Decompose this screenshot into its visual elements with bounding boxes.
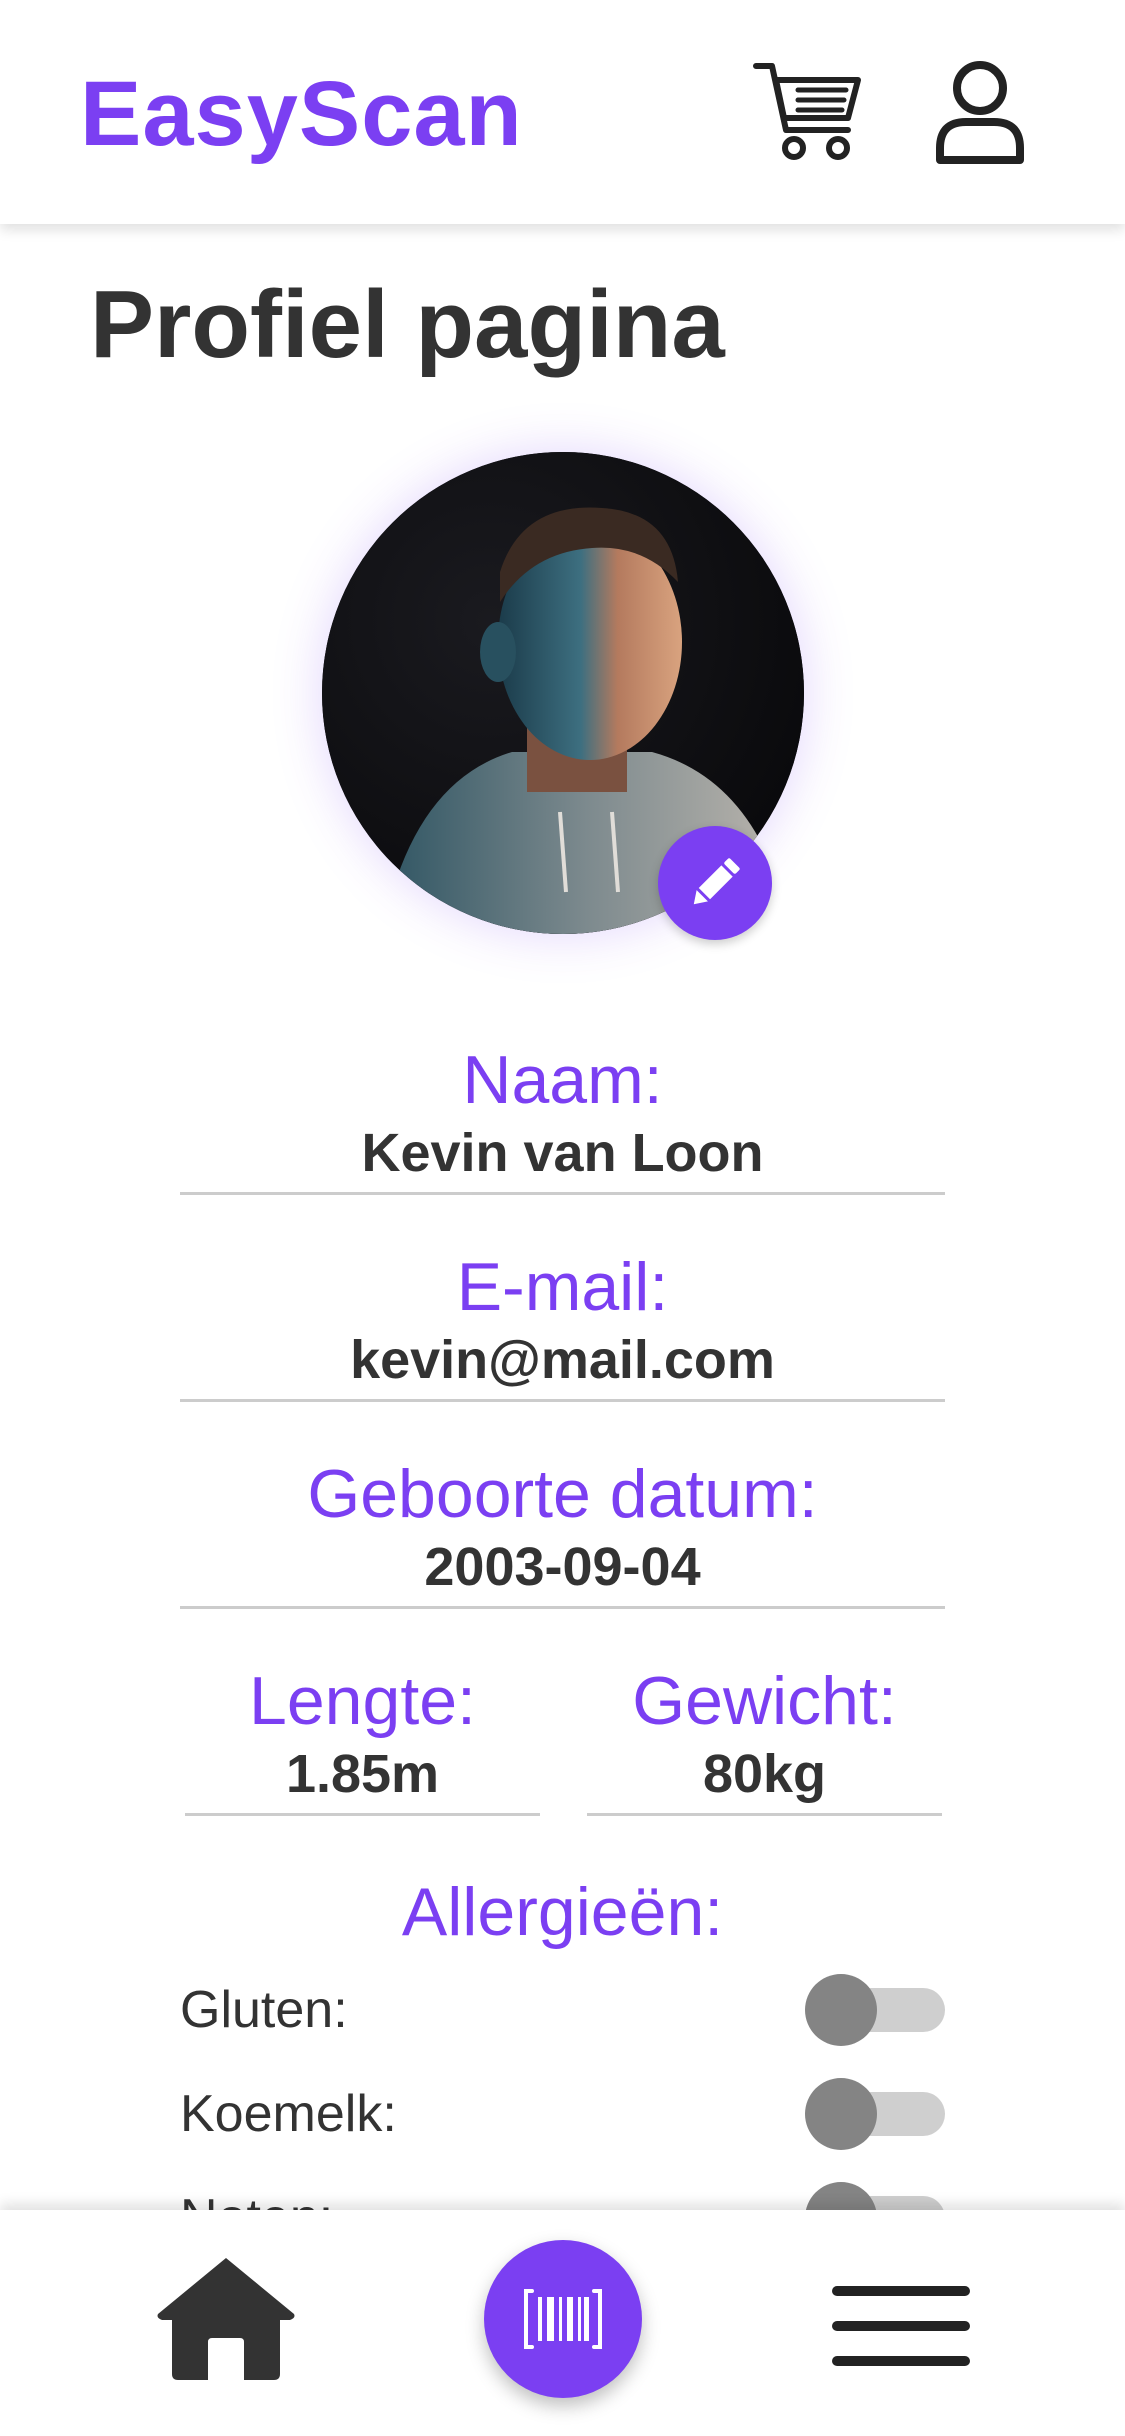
shopping-cart-icon[interactable] <box>752 60 864 164</box>
allergy-row-gluten: Gluten: <box>180 1970 945 2050</box>
profile-photo-container <box>322 452 804 940</box>
allergy-label: Gluten: <box>180 1981 348 2039</box>
birthdate-value: 2003-09-04 <box>424 1537 701 1597</box>
name-value: Kevin van Loon <box>361 1123 764 1183</box>
weight-label: Gewicht: <box>632 1663 897 1739</box>
name-label: Naam: <box>462 1042 663 1118</box>
height-field[interactable]: Lengte: 1.85m <box>185 1661 540 1816</box>
home-icon[interactable] <box>156 2256 296 2380</box>
bottom-nav <box>0 2210 1125 2436</box>
birthdate-field[interactable]: Geboorte datum: 2003-09-04 <box>180 1454 945 1609</box>
koemelk-toggle[interactable] <box>805 2078 945 2150</box>
gluten-toggle[interactable] <box>805 1974 945 2046</box>
allergies-title: Allergieën: <box>401 1874 724 1950</box>
toggle-knob <box>805 1974 877 2046</box>
toggle-knob <box>805 2078 877 2150</box>
user-icon[interactable] <box>934 60 1026 164</box>
allergy-row-koemelk: Koemelk: <box>180 2074 945 2154</box>
email-label: E-mail: <box>456 1249 669 1325</box>
email-value: kevin@mail.com <box>350 1330 775 1390</box>
name-field[interactable]: Naam: Kevin van Loon <box>180 1040 945 1195</box>
scan-button[interactable] <box>484 2240 642 2398</box>
barcode-scan-icon <box>524 2289 602 2349</box>
email-field[interactable]: E-mail: kevin@mail.com <box>180 1247 945 1402</box>
allergy-label: Koemelk: <box>180 2085 397 2143</box>
app-logo[interactable]: EasyScan <box>80 62 523 167</box>
birthdate-label: Geboorte datum: <box>307 1456 818 1532</box>
weight-value: 80kg <box>702 1744 827 1804</box>
edit-photo-button[interactable] <box>658 826 772 940</box>
pencil-icon <box>693 858 740 905</box>
hamburger-menu-icon[interactable] <box>832 2286 970 2366</box>
weight-field[interactable]: Gewicht: 80kg <box>587 1661 942 1816</box>
app-header: EasyScan <box>0 0 1125 224</box>
page-title: Profiel pagina <box>90 271 725 378</box>
height-label: Lengte: <box>249 1663 476 1739</box>
height-value: 1.85m <box>285 1744 440 1804</box>
